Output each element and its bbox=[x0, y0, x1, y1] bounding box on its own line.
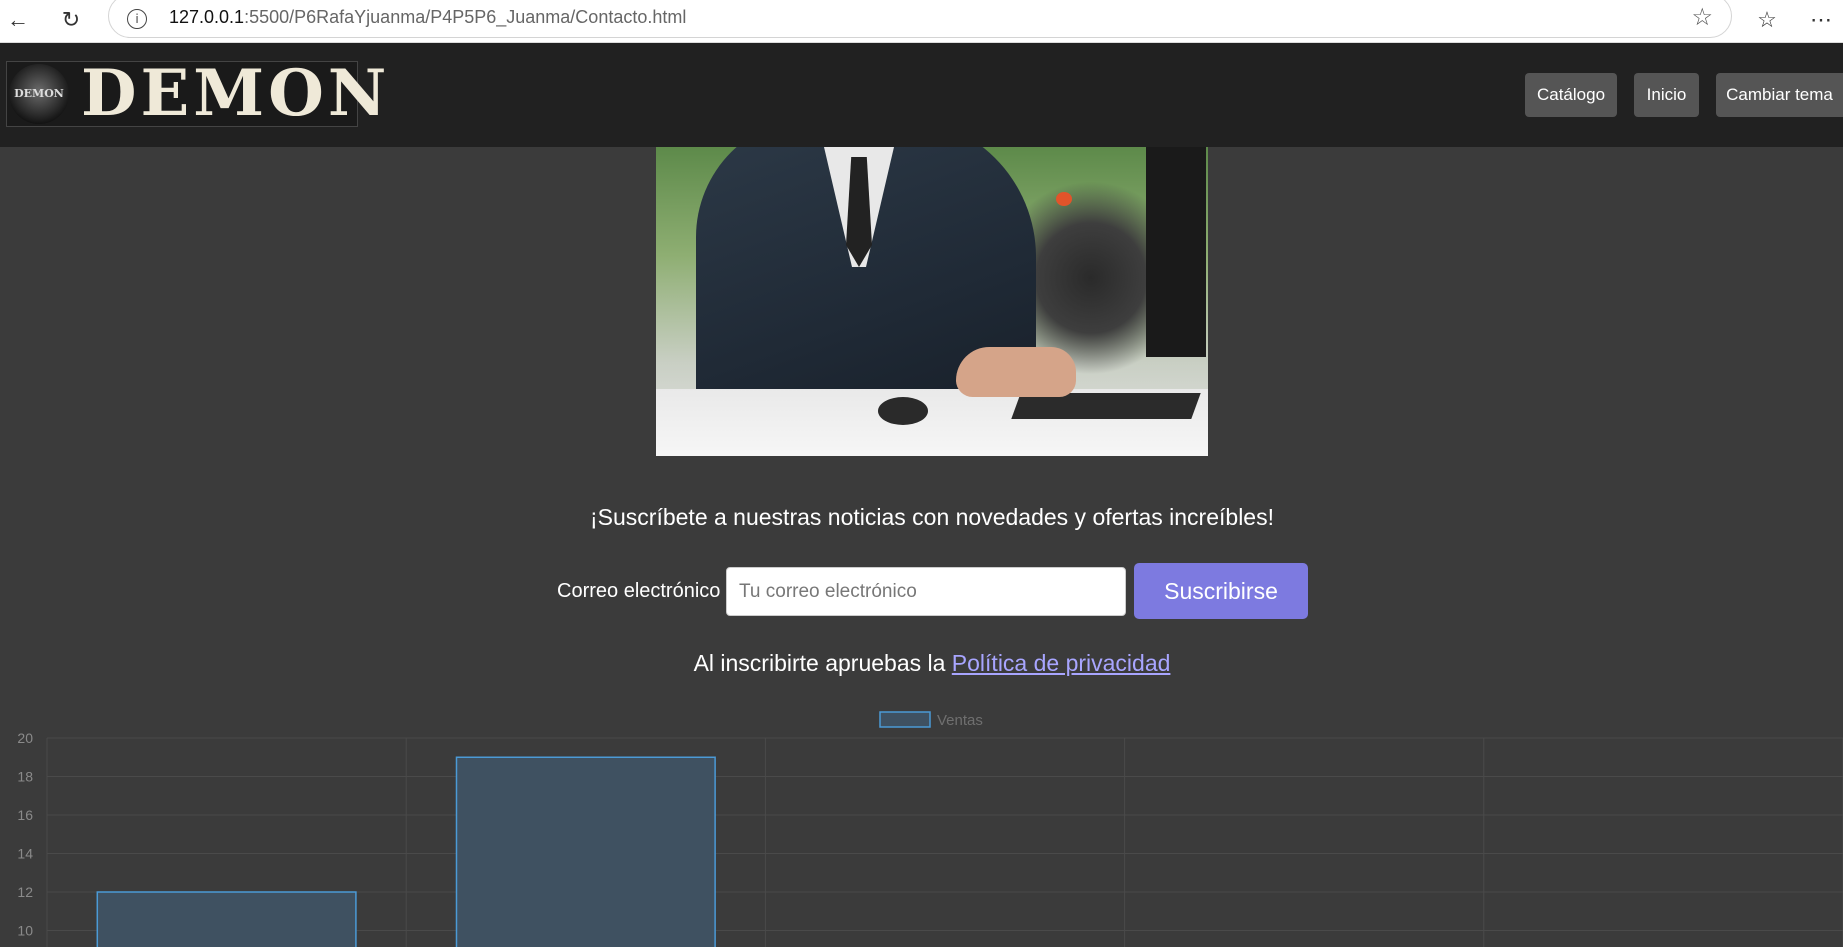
motorcycle-shape bbox=[1026, 157, 1156, 377]
email-label: Correo electrónico bbox=[557, 580, 721, 602]
chart-legend: Ventas bbox=[879, 711, 983, 729]
nav-home-button[interactable]: Inicio bbox=[1634, 73, 1699, 117]
legend-label: Ventas bbox=[937, 712, 983, 729]
y-tick-label: 14 bbox=[17, 846, 33, 862]
email-input[interactable] bbox=[726, 567, 1126, 616]
y-tick-label: 20 bbox=[17, 730, 33, 746]
hand-shape bbox=[956, 347, 1076, 397]
hero-image bbox=[656, 147, 1208, 456]
logo-emblem: DEMON bbox=[9, 64, 69, 124]
privacy-prefix: Al inscribirte apruebas la bbox=[693, 650, 952, 676]
subscribe-button[interactable]: Suscribirse bbox=[1134, 563, 1308, 619]
privacy-policy-link[interactable]: Política de privacidad bbox=[952, 650, 1171, 676]
favorites-list-icon[interactable]: ☆ bbox=[1752, 5, 1782, 35]
sales-bar-chart: 10 12 14 16 18 20 Ventas bbox=[17, 711, 1843, 947]
reload-icon[interactable]: ↻ bbox=[56, 5, 86, 35]
site-info-icon[interactable]: i bbox=[127, 9, 147, 29]
browser-toolbar: ← ↻ i 127.0.0.1:5500/P6RafaYjuanma/P4P5P… bbox=[0, 0, 1843, 43]
url-path: :5500/P6RafaYjuanma/P4P5P6_Juanma/Contac… bbox=[244, 7, 687, 27]
y-tick-label: 12 bbox=[17, 884, 33, 900]
y-tick-label: 10 bbox=[17, 923, 33, 939]
site-logo[interactable]: DEMON DEMON bbox=[6, 60, 386, 128]
change-theme-button[interactable]: Cambiar tema bbox=[1716, 73, 1843, 117]
back-arrow-icon[interactable]: ← bbox=[3, 5, 33, 35]
favorite-star-icon[interactable]: ☆ bbox=[1691, 3, 1713, 32]
more-menu-icon[interactable]: ⋯ bbox=[1806, 5, 1836, 35]
y-tick-label: 18 bbox=[17, 769, 33, 785]
mouse-shape bbox=[878, 397, 928, 425]
bar bbox=[455, 756, 716, 947]
logo-text: DEMON bbox=[81, 56, 391, 131]
subscribe-heading: ¡Suscríbete a nuestras noticias con nove… bbox=[590, 504, 1274, 530]
y-tick-label: 16 bbox=[17, 807, 33, 823]
address-bar[interactable]: i 127.0.0.1:5500/P6RafaYjuanma/P4P5P6_Ju… bbox=[108, 0, 1732, 38]
url-host: 127.0.0.1 bbox=[169, 7, 245, 27]
motorcycle-light bbox=[1056, 192, 1072, 206]
chart-y-ticks: 10 12 14 16 18 20 bbox=[17, 730, 33, 939]
bar bbox=[96, 891, 357, 947]
url-text: 127.0.0.1:5500/P6RafaYjuanma/P4P5P6_Juan… bbox=[169, 7, 686, 28]
privacy-notice: Al inscribirte apruebas la Política de p… bbox=[0, 650, 1843, 677]
legend-swatch bbox=[879, 711, 931, 728]
nav-catalog-button[interactable]: Catálogo bbox=[1525, 73, 1617, 117]
monitor-shape bbox=[1146, 147, 1206, 357]
